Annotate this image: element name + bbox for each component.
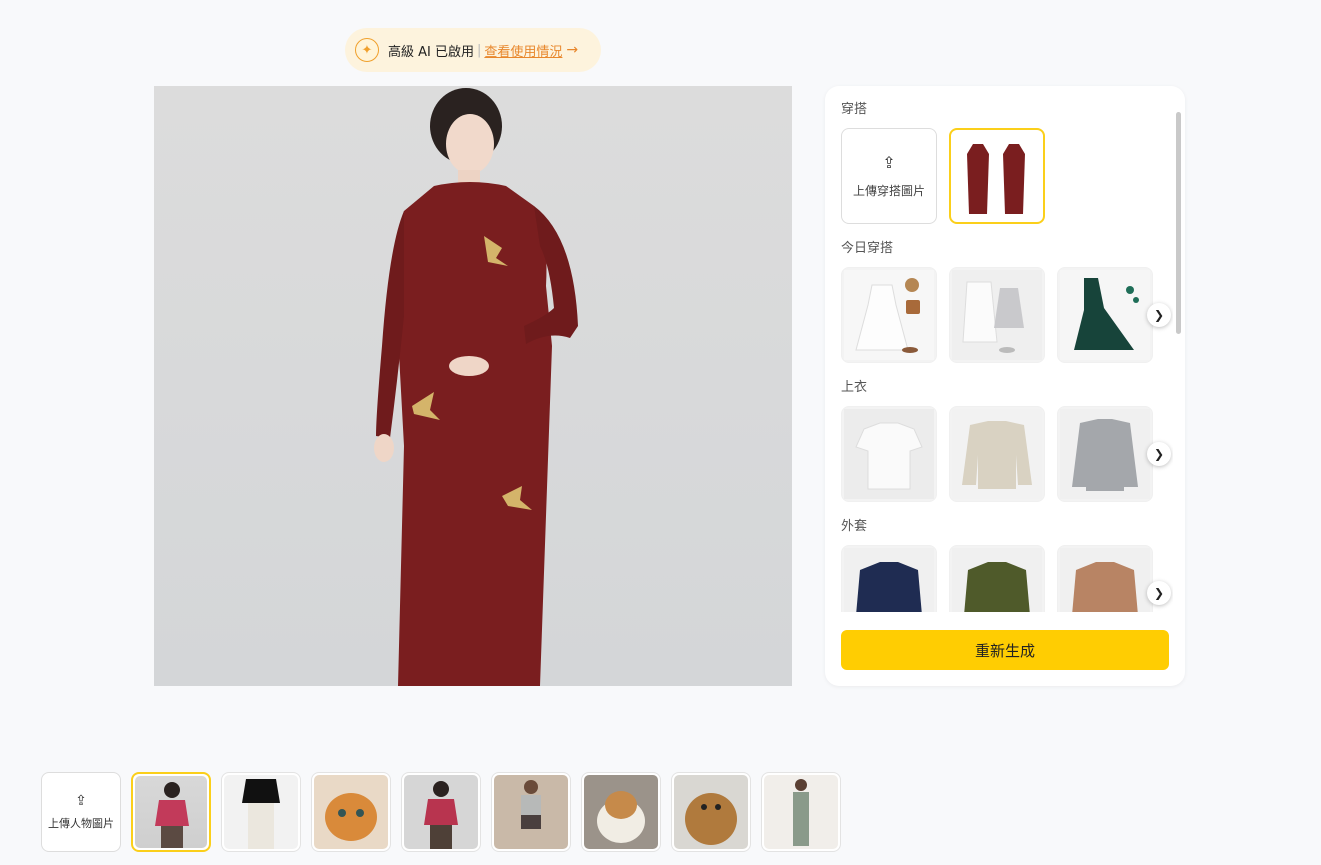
person-thumbnail[interactable]: [491, 772, 571, 852]
section-today-label: 今日穿搭: [841, 241, 894, 256]
generated-result-image: [154, 86, 792, 686]
section-outfit-label: 穿搭: [841, 102, 868, 117]
top-item[interactable]: [1057, 406, 1153, 502]
outfit-scroll-area[interactable]: 穿搭 ⇪ 上傳穿搭圖片 今日穿搭 ❯ 上衣 ❯ 外套 ❯: [841, 100, 1173, 612]
woman-pink-top-image: [155, 782, 189, 848]
today-outfit-item[interactable]: [949, 267, 1045, 363]
green-gown-image: [1060, 270, 1150, 360]
regenerate-button[interactable]: 重新生成: [841, 630, 1169, 670]
white-coat-image: [952, 270, 1042, 360]
person-thumbnail[interactable]: [221, 772, 301, 852]
person-thumbnail[interactable]: [131, 772, 211, 852]
selected-outfit-item[interactable]: [949, 128, 1045, 224]
outfit-panel: 穿搭 ⇪ 上傳穿搭圖片 今日穿搭 ❯ 上衣 ❯ 外套 ❯ 重新生成: [825, 86, 1185, 686]
upload-outfit-button[interactable]: ⇪ 上傳穿搭圖片: [841, 128, 937, 224]
today-outfit-item[interactable]: [841, 267, 937, 363]
white-tshirt-image: [844, 409, 934, 499]
person-thumbnail[interactable]: [311, 772, 391, 852]
today-outfit-item[interactable]: [1057, 267, 1153, 363]
coat-item[interactable]: [949, 545, 1045, 612]
cardigan-image: [952, 409, 1042, 499]
woman-pink-top-alt-image: [424, 781, 458, 849]
woman-sportswear-image: [521, 780, 541, 829]
section-tops-label: 上衣: [841, 380, 868, 395]
today-next-button[interactable]: ❯: [1147, 303, 1171, 327]
fluffy-cat-image: [597, 791, 645, 843]
man-black-tee-image: [242, 779, 280, 849]
tabby-cat-image: [685, 793, 737, 845]
white-dress-image: [844, 270, 934, 360]
view-usage-link[interactable]: 查看使用情況: [484, 41, 562, 60]
orange-cat-image: [325, 793, 377, 841]
person-thumbnail[interactable]: [581, 772, 661, 852]
gray-shirt-image: [1060, 409, 1150, 499]
top-item[interactable]: [949, 406, 1045, 502]
person-strip: ⇪ 上傳人物圖片: [41, 772, 841, 852]
camel-blazer-image: [1060, 548, 1150, 612]
panel-scrollbar[interactable]: [1176, 108, 1181, 608]
sparkle-icon: ✦: [355, 38, 379, 62]
person-thumbnail[interactable]: [671, 772, 751, 852]
banner-separator: |: [477, 42, 482, 58]
top-item[interactable]: [841, 406, 937, 502]
upload-outfit-label: 上傳穿搭圖片: [852, 184, 925, 198]
upload-icon: ⇪: [882, 153, 896, 172]
upload-person-label: 上傳人物圖片: [48, 817, 114, 830]
coat-item[interactable]: [841, 545, 937, 612]
person-thumbnail[interactable]: [761, 772, 841, 852]
navy-jacket-image: [844, 548, 934, 612]
section-coats-label: 外套: [841, 519, 868, 534]
qipao-outfit-image: [967, 144, 1025, 214]
upload-icon: ⇪: [75, 793, 87, 809]
ai-status-banner: ✦ 高級 AI 已啟用 | 查看使用情況 →: [345, 28, 601, 72]
upload-person-button[interactable]: ⇪ 上傳人物圖片: [41, 772, 121, 852]
coat-item[interactable]: [1057, 545, 1153, 612]
coats-next-button[interactable]: ❯: [1147, 581, 1171, 605]
woman-activewear-image: [793, 779, 809, 846]
tops-next-button[interactable]: ❯: [1147, 442, 1171, 466]
olive-jacket-image: [952, 548, 1042, 612]
person-thumbnail[interactable]: [401, 772, 481, 852]
ai-status-text: 高級 AI 已啟用: [388, 44, 474, 60]
scrollbar-thumb[interactable]: [1176, 112, 1181, 334]
arrow-right-icon[interactable]: →: [566, 42, 578, 58]
